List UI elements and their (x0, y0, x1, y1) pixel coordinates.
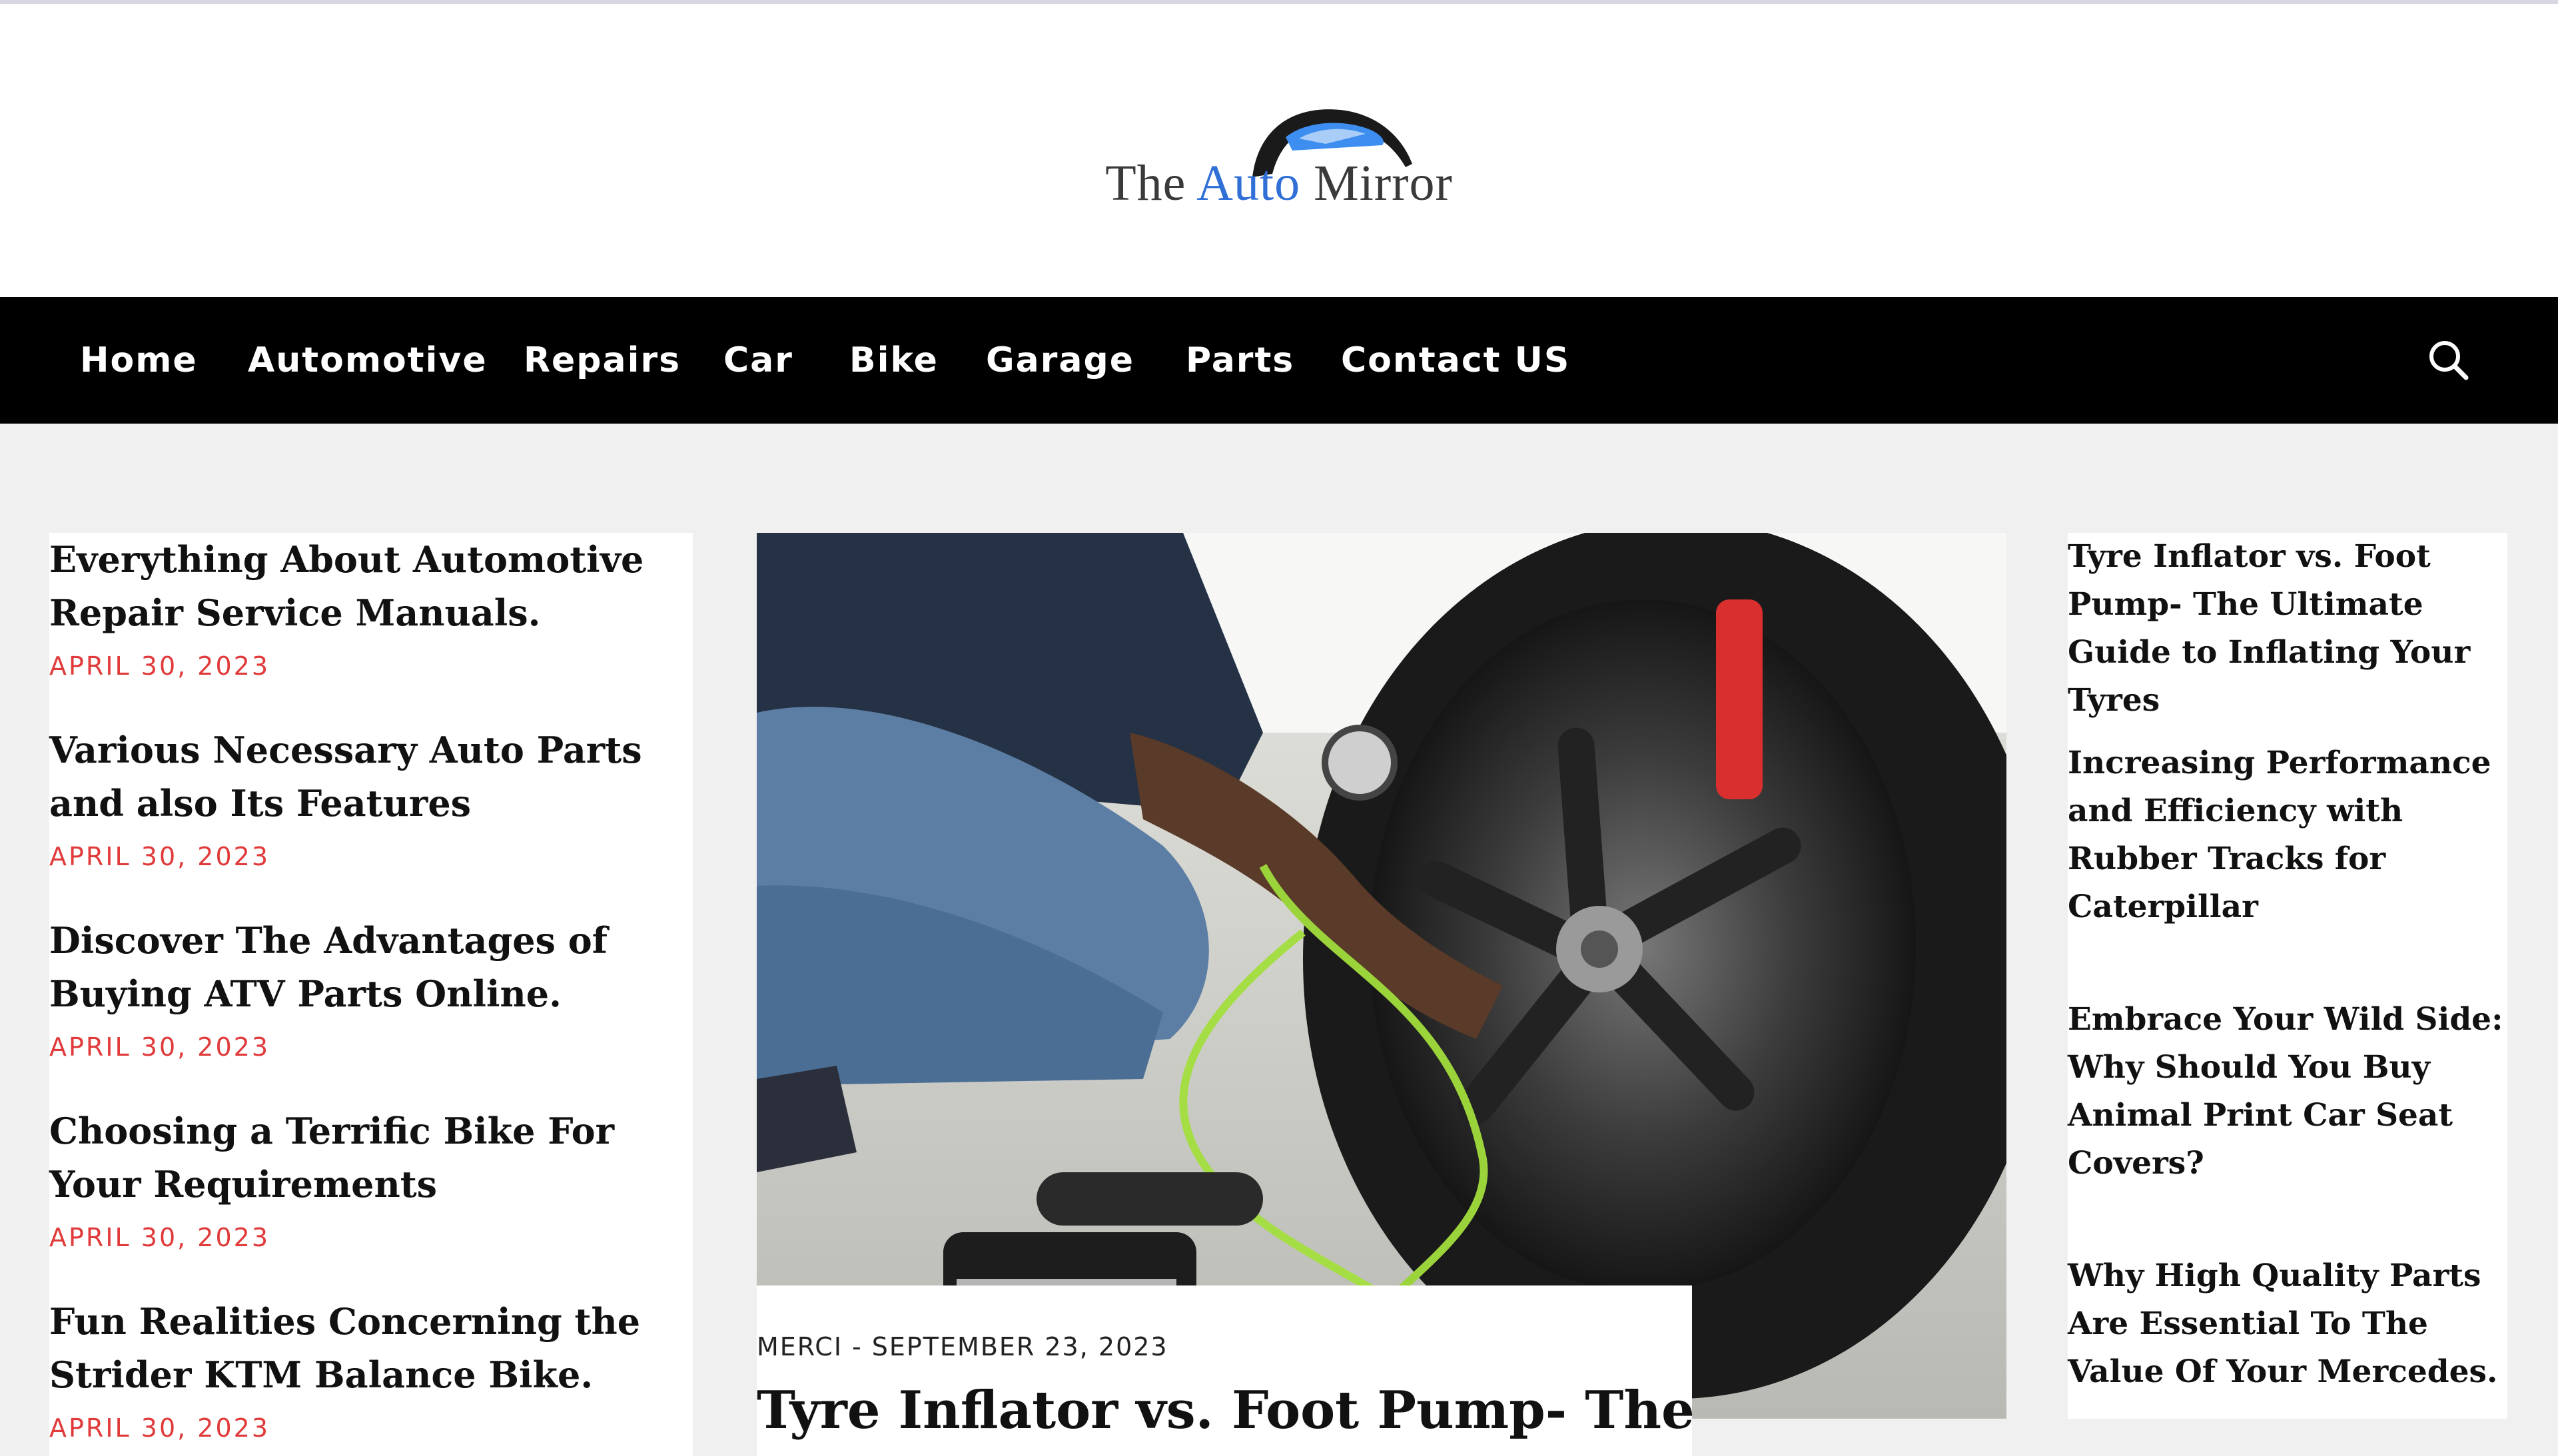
site-header: The Auto Mirror (0, 4, 2558, 297)
post-title-link[interactable]: Tyre Inflator vs. Foot Pump- The Ultimat… (2068, 533, 2507, 725)
post-title-link[interactable]: Everything About Automotive Repair Servi… (49, 533, 689, 639)
list-item: Choosing a Terrific Bike For Your Requir… (49, 1104, 689, 1252)
post-date: APRIL 30, 2023 (49, 1223, 270, 1252)
post-title-link[interactable]: Choosing a Terrific Bike For Your Requir… (49, 1104, 689, 1211)
list-item: Discover The Advantages of Buying ATV Pa… (49, 914, 689, 1062)
list-item: Everything About Automotive Repair Servi… (49, 533, 689, 681)
nav-item-car[interactable]: Car (723, 297, 793, 424)
nav-item-home[interactable]: Home (80, 297, 198, 424)
featured-post-card: MERCI - SEPTEMBER 23, 2023 Tyre Inflator v… (757, 1285, 1695, 1456)
recent-posts-list: Everything About Automotive Repair Servi… (49, 533, 693, 1456)
search-icon (2429, 341, 2469, 380)
post-title-link[interactable]: Various Necessary Auto Parts and also It… (49, 723, 689, 830)
list-item: Various Necessary Auto Parts and also It… (49, 723, 689, 871)
post-date: APRIL 30, 2023 (49, 842, 270, 871)
list-item: Fun Realities Concerning the Strider KTM… (49, 1295, 689, 1443)
nav-item-bike[interactable]: Bike (849, 297, 939, 424)
post-title-link[interactable]: Discover The Advantages of Buying ATV Pa… (49, 914, 689, 1020)
site-logo[interactable]: The Auto Mirror (1092, 97, 1466, 217)
main-navigation: Home Automotive Repairs Car Bike Garage … (0, 297, 2558, 424)
post-date: APRIL 30, 2023 (49, 1032, 270, 1062)
search-button[interactable] (2425, 336, 2471, 383)
post-title-link[interactable]: Increasing Performance and Efficiency wi… (2068, 739, 2507, 931)
featured-post-title[interactable]: Tyre Inflator vs. Foot Pump- The (757, 1380, 1695, 1441)
post-title-link[interactable]: Why High Quality Parts Are Essential To … (2068, 1252, 2507, 1396)
nav-item-repairs[interactable]: Repairs (524, 297, 681, 424)
nav-item-parts[interactable]: Parts (1186, 297, 1294, 424)
post-title-link[interactable]: Embrace Your Wild Side: Why Should You B… (2068, 996, 2507, 1188)
post-author[interactable]: MERCI (757, 1332, 843, 1361)
post-date: APRIL 30, 2023 (49, 1413, 270, 1443)
nav-item-automotive[interactable]: Automotive (248, 297, 488, 424)
post-date: APRIL 30, 2023 (49, 651, 270, 681)
nav-item-contact[interactable]: Contact US (1341, 297, 1570, 424)
nav-item-garage[interactable]: Garage (986, 297, 1134, 424)
popular-posts-list: Tyre Inflator vs. Foot Pump- The Ultimat… (2068, 533, 2507, 1419)
featured-post-meta: MERCI - SEPTEMBER 23, 2023 (757, 1332, 1168, 1361)
logo-wordmark: The Auto Mirror (1105, 155, 1453, 211)
post-date: SEPTEMBER 23, 2023 (871, 1332, 1168, 1361)
post-title-link[interactable]: Fun Realities Concerning the Strider KTM… (49, 1295, 689, 1401)
meta-separator: - (852, 1332, 863, 1361)
